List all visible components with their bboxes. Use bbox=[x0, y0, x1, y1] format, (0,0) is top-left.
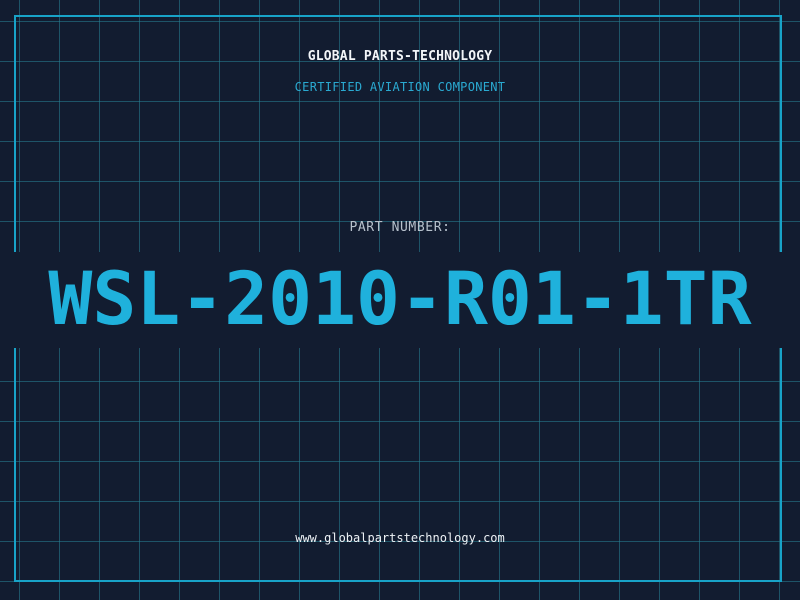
company-name: GLOBAL PARTS-TECHNOLOGY bbox=[307, 49, 493, 64]
certification-subtitle: CERTIFIED AVIATION COMPONENT bbox=[294, 80, 506, 94]
part-label-card: GLOBAL PARTS-TECHNOLOGY CERTIFIED AVIATI… bbox=[0, 0, 800, 600]
part-number-value: WSL-2010-R01-1TR bbox=[0, 252, 800, 348]
website-url: www.globalpartstechnology.com bbox=[295, 531, 505, 545]
part-number-label: PART NUMBER: bbox=[349, 220, 451, 235]
